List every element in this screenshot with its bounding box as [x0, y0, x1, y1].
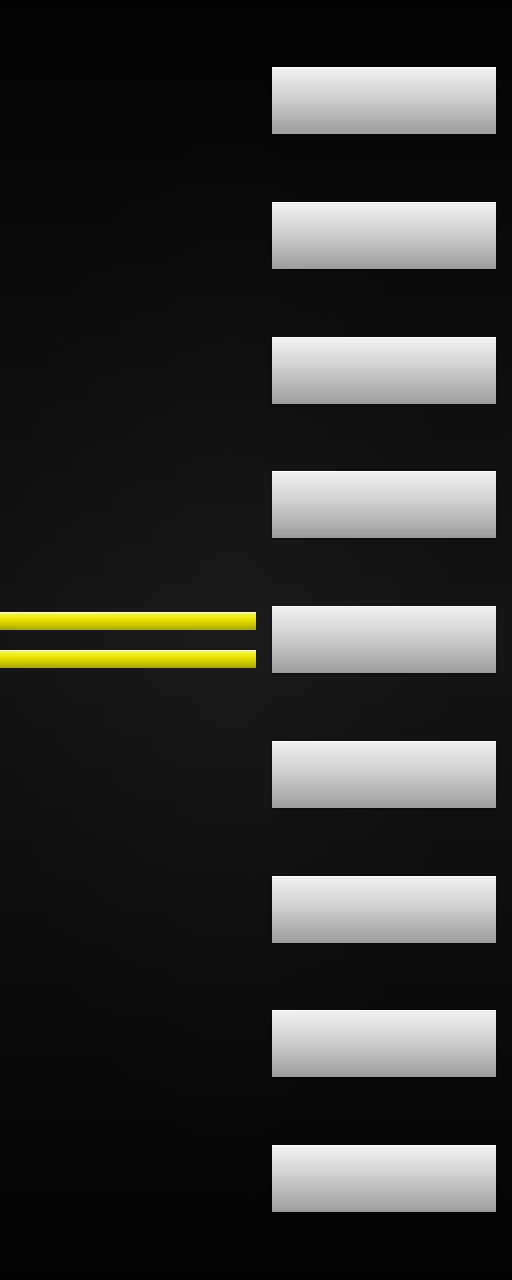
slot-button-4[interactable]: [272, 471, 496, 539]
slot-button-6[interactable]: [272, 740, 496, 808]
slot-button-7[interactable]: [272, 875, 496, 943]
slot-column: [272, 67, 496, 1212]
marker-line-lower: [0, 650, 256, 668]
slot-button-1[interactable]: [272, 67, 496, 134]
slot-button-9[interactable]: [272, 1145, 496, 1212]
slot-button-5[interactable]: [272, 606, 496, 673]
level-marker: [0, 612, 256, 668]
slot-button-8[interactable]: [272, 1010, 496, 1078]
slot-button-2[interactable]: [272, 201, 496, 269]
slot-button-3[interactable]: [272, 336, 496, 404]
marker-line-upper: [0, 612, 256, 630]
